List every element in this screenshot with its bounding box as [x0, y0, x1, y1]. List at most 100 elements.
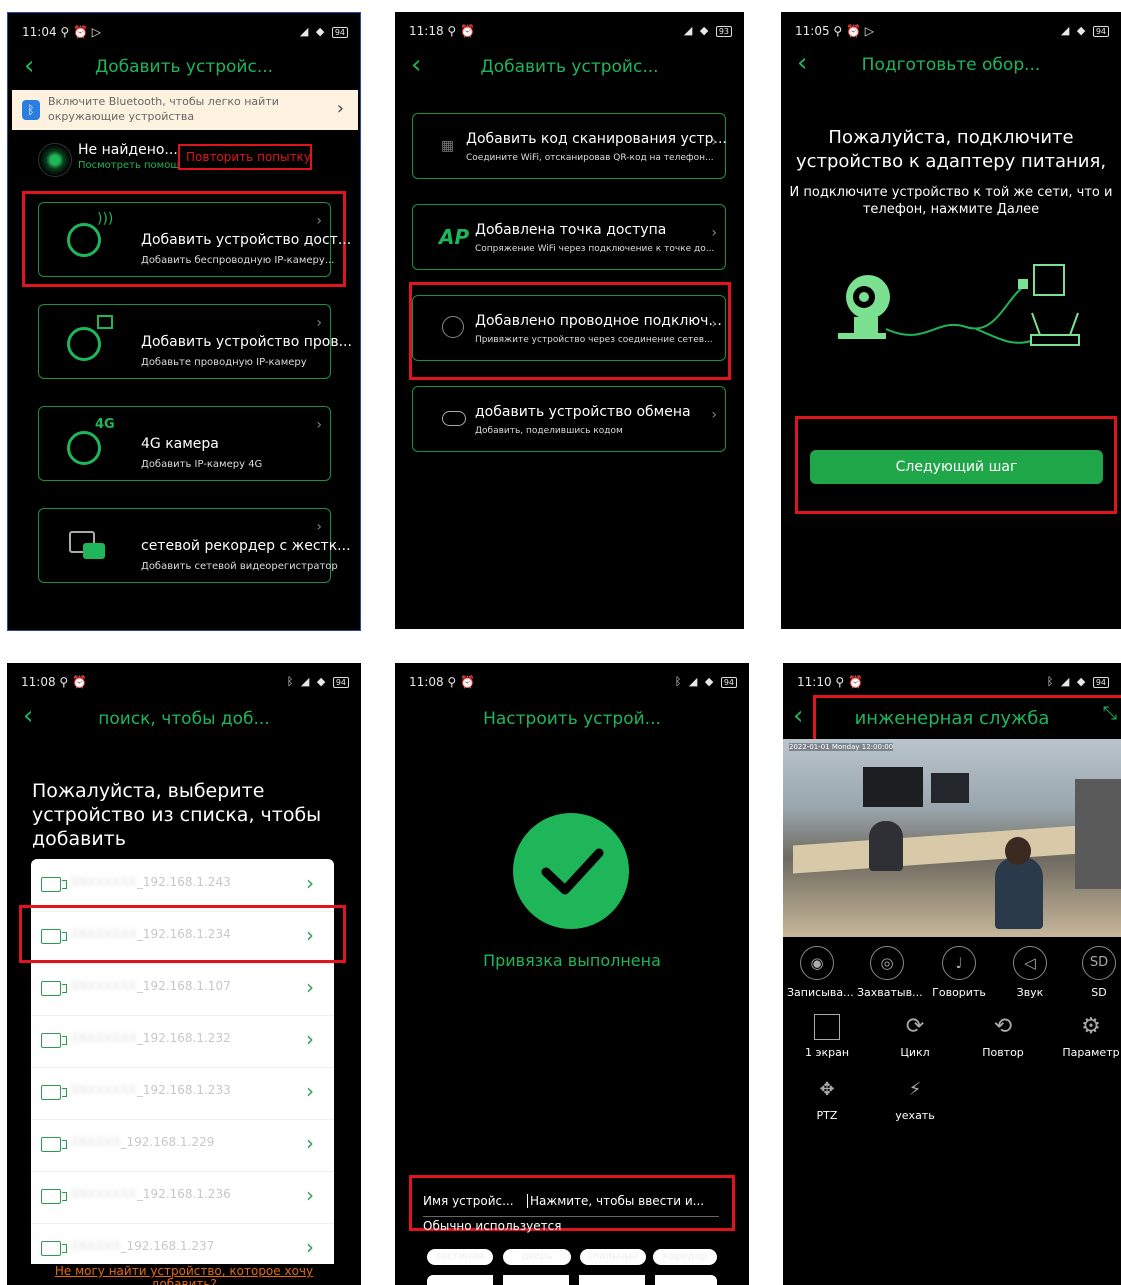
talk-button[interactable]: ♩ Говорить: [929, 946, 989, 999]
device-ip: _192.168.1.232: [136, 1031, 231, 1045]
status-time: 11:18: [409, 24, 444, 38]
chip-bedroom[interactable]: спальный: [580, 1249, 646, 1265]
device-ip: _192.168.1.243: [136, 875, 231, 889]
cannot-find-link-line-1: Не могу найти устройство, которое хочу: [54, 1264, 314, 1278]
chevron-right-icon: ›: [316, 315, 322, 331]
chip-door[interactable]: дверь: [503, 1249, 571, 1265]
chevron-right-icon: ›: [306, 871, 314, 895]
common-label: Обычно используется: [423, 1219, 562, 1233]
single-screen-button[interactable]: 1 экран: [797, 1014, 857, 1059]
status-icons: ⚲ ⏰ ▷: [60, 25, 102, 39]
status-icons: ⚲ ⏰: [447, 24, 475, 38]
help-link[interactable]: Посмотреть помощ: [78, 160, 180, 171]
camera-icon: [41, 1241, 67, 1256]
video-feed[interactable]: 2022-01-01 Monday 12:00:00: [783, 739, 1121, 937]
card-wired-connection[interactable]: Добавлено проводное подключ... Привяжите…: [412, 295, 726, 361]
chevron-right-icon: ›: [306, 1235, 314, 1259]
chevron-right-icon: ›: [316, 519, 322, 535]
list-item[interactable]: SNXXXXXX_192.168.1.107 ›: [31, 963, 334, 1016]
chevron-right-icon: ›: [711, 134, 717, 150]
person-1: [869, 821, 903, 871]
device-serial-masked: SNXXXX: [71, 1239, 121, 1253]
bluetooth-banner[interactable]: ᛒ Включите Bluetooth, чтобы легко найти …: [12, 90, 358, 130]
card-subtitle: Сопряжение WiFi через подключение к точк…: [475, 244, 715, 254]
status-bar: 11:10 ⚲ ⏰ ᛒ ◢ ◆ 94: [783, 663, 1121, 697]
chip-living-room[interactable]: гостиная: [427, 1249, 493, 1265]
list-item[interactable]: SNXXXX_192.168.1.229 ›: [31, 1119, 334, 1172]
device-serial-masked: SNXXXXXX: [71, 1031, 137, 1045]
tool-label: SD: [1091, 986, 1107, 999]
microphone-icon: ♩: [942, 946, 976, 980]
person-2-head: [1005, 837, 1031, 865]
list-item[interactable]: SNXXXXXX_192.168.1.236 ›: [31, 1171, 334, 1224]
sd-card-icon: SD: [1082, 946, 1116, 980]
card-subtitle: Соедините WiFi, отсканировав QR-код на т…: [466, 153, 714, 163]
replay-button[interactable]: ⟲ Повтор: [973, 1014, 1033, 1059]
camera-icon: [41, 981, 67, 996]
status-right: ◢ ◆ 94: [1061, 24, 1109, 37]
card-share-device[interactable]: добавить устройство обмена Добавить, под…: [412, 386, 726, 452]
instruction-heading-1: Пожалуйста, подключите: [828, 127, 1074, 148]
device-serial-masked: SNXXXXXX: [71, 979, 137, 993]
ptz-button[interactable]: ✥ PTZ: [797, 1077, 857, 1122]
4g-badge: 4G: [95, 417, 115, 432]
select-heading-2: устройство из списка, чтобы: [32, 804, 322, 826]
chip-corridor[interactable]: коридор: [653, 1249, 717, 1265]
status-time: 11:04: [22, 25, 57, 39]
monitor-shape: [863, 767, 923, 807]
highlight-box: [19, 905, 346, 963]
status-icons: ⚲ ⏰: [59, 675, 87, 689]
desk-shape: [793, 822, 1121, 874]
list-item[interactable]: SNXXXXXX_192.168.1.232 ›: [31, 1015, 334, 1068]
card-title: 4G камера: [141, 436, 219, 452]
card-qr-scan[interactable]: ▦ Добавить код сканирования устр... Соед…: [412, 113, 727, 179]
cannot-find-link-line-2: добавить?: [151, 1277, 217, 1285]
chevron-right-icon: ›: [316, 417, 322, 433]
sd-button[interactable]: SD SD: [1069, 946, 1121, 999]
video-camera-icon: [83, 543, 105, 559]
screen-live-view: 11:10 ⚲ ⏰ ᛒ ◢ ◆ 94 ‹ инженерная служба ⤡…: [783, 663, 1121, 1285]
chevron-right-icon: ›: [306, 1183, 314, 1207]
card-title: добавить устройство обмена: [475, 404, 691, 420]
camera-icon: [41, 1085, 67, 1100]
instruction-sub-2: телефон, нажмите Далее: [862, 202, 1040, 217]
capture-button[interactable]: ◎ Захватыв...: [857, 946, 923, 999]
4g-camera-icon: [67, 431, 101, 465]
cannot-find-link[interactable]: Не могу найти устройство, которое хочу д…: [7, 1264, 361, 1285]
card-title: Добавлена точка доступа: [475, 222, 667, 238]
status-icons: ⚲ ⏰: [835, 675, 863, 689]
cabinet-shape: [1075, 779, 1121, 889]
card-nvr[interactable]: сетевой рекордер с жестк... Добавить сет…: [38, 508, 351, 583]
leave-button[interactable]: ⚡ уехать: [885, 1077, 945, 1122]
card-subtitle: Привяжите устройство через соединение се…: [475, 335, 713, 345]
cycle-button[interactable]: ⟳ Цикл: [885, 1014, 945, 1059]
page-title: Настроить устрой...: [483, 709, 661, 729]
record-button[interactable]: ◉ Записыва...: [787, 946, 854, 999]
card-subtitle: Добавить, поделившись кодом: [475, 426, 623, 436]
sound-button[interactable]: ◁ Звук: [1000, 946, 1060, 999]
settings-button[interactable]: ⚙ Параметр: [1061, 1014, 1121, 1059]
battery-icon: 94: [332, 677, 349, 688]
status-right: ᛒ ◢ ◆ 94: [675, 675, 737, 688]
device-ip: _192.168.1.233: [136, 1083, 231, 1097]
card-wireless-camera[interactable]: ))) Добавить устройство дост... Добавить…: [38, 202, 351, 277]
device-ip: _192.168.1.236: [136, 1187, 231, 1201]
speaker-icon: ◁: [1013, 946, 1047, 980]
retry-button[interactable]: Повторить попытку: [186, 150, 311, 164]
square-icon: [814, 1014, 840, 1040]
card-4g-camera[interactable]: 4G 4G камера Добавить IP-камеру 4G ›: [38, 406, 331, 481]
status-bar: 11:18 ⚲ ⏰ ◢ ◆ 93: [395, 12, 744, 46]
device-name-input[interactable]: Нажмите, чтобы ввести и...: [527, 1194, 704, 1208]
card-title: Добавить устройство дост...: [141, 232, 352, 248]
success-message: Привязка выполнена: [483, 951, 661, 970]
tool-label: уехать: [895, 1109, 935, 1122]
select-heading-1: Пожалуйста, выберите: [32, 780, 265, 802]
next-step-button[interactable]: Следующий шаг: [810, 450, 1103, 484]
card-subtitle: Добавьте проводную IP-камеру: [141, 357, 307, 368]
device-ip: _192.168.1.237: [120, 1239, 215, 1253]
card-wired-camera[interactable]: Добавить устройство пров... Добавьте про…: [38, 304, 352, 379]
card-title: Добавить код сканирования устр...: [466, 131, 727, 147]
bluetooth-icon: ᛒ: [22, 100, 40, 120]
card-access-point[interactable]: AP Добавлена точка доступа Сопряжение Wi…: [412, 204, 726, 270]
list-item[interactable]: SNXXXXXX_192.168.1.233 ›: [31, 1067, 334, 1120]
